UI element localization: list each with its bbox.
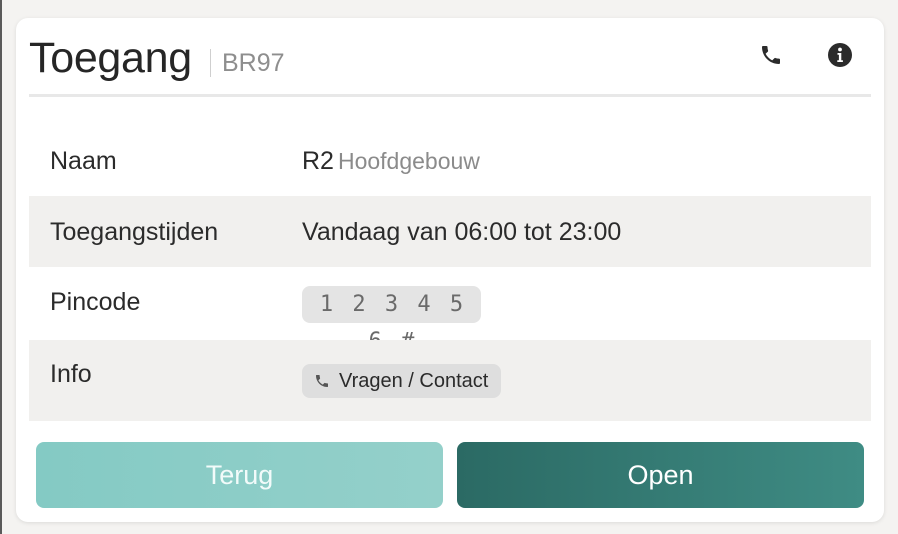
page-title: Toegang: [29, 34, 192, 82]
info-button[interactable]: [825, 42, 855, 72]
back-button[interactable]: Terug: [36, 442, 443, 508]
location-code: BR97: [222, 49, 285, 77]
card-header: Toegang BR97: [29, 18, 871, 97]
row-toegangstijden: Toegangstijden Vandaag van 06:00 tot 23:…: [29, 196, 871, 267]
row-info: Info Vragen / Contact: [29, 340, 871, 421]
call-button[interactable]: [756, 42, 786, 72]
pincode-badge: 1 2 3 4 5 6 #: [302, 286, 481, 354]
info-label: Info: [50, 360, 92, 388]
door-name: R2: [302, 147, 334, 175]
pincode-label: Pincode: [50, 288, 141, 316]
contact-label: Vragen / Contact: [339, 369, 489, 392]
phone-icon: [314, 373, 330, 389]
phone-icon: [759, 43, 783, 72]
building-name: Hoofdgebouw: [337, 148, 480, 174]
row-naam: Naam R2 Hoofdgebouw: [29, 125, 871, 196]
open-button[interactable]: Open: [457, 442, 864, 508]
access-card: Toegang BR97 Naam R2 Hoofdgebouw Toegang…: [16, 18, 884, 522]
row-pincode: Pincode 1 2 3 4 5 6 #: [29, 267, 871, 354]
contact-button[interactable]: Vragen / Contact: [302, 364, 502, 398]
title-divider: [210, 49, 211, 77]
naam-label: Naam: [50, 147, 117, 175]
toegangstijden-value: Vandaag van 06:00 tot 23:00: [302, 218, 622, 246]
naam-value: R2 Hoofdgebouw: [302, 147, 480, 176]
toegangstijden-label: Toegangstijden: [50, 218, 219, 246]
info-icon: [827, 42, 853, 73]
window-edge: [0, 0, 2, 534]
details-table: Naam R2 Hoofdgebouw Toegangstijden Vandaa…: [29, 125, 871, 421]
